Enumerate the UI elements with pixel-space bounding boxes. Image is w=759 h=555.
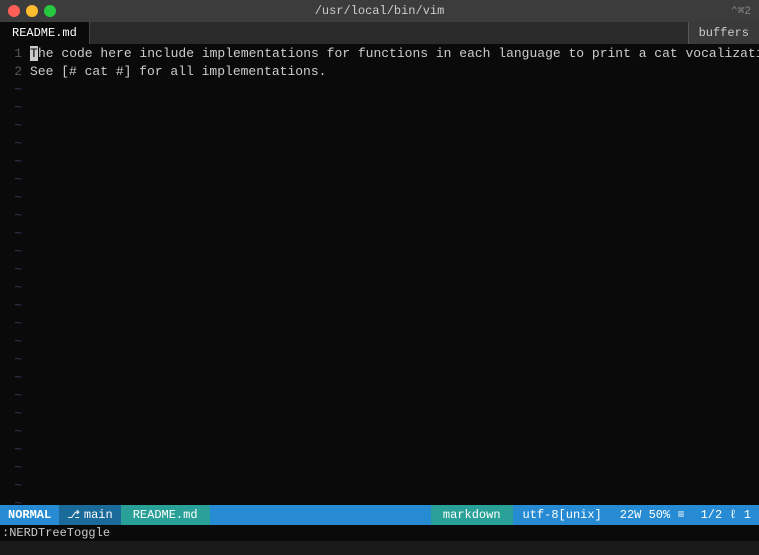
status-bar: NORMAL ⎇ main README.md markdown utf-8[u… (0, 505, 759, 525)
active-tab[interactable]: README.md (0, 22, 90, 44)
command-text: :NERDTreeToggle (2, 526, 110, 540)
tilde-line: ~ (0, 368, 759, 386)
line-content-2: See [# cat #] for all implementations. (30, 64, 326, 79)
tilde-line: ~ (0, 116, 759, 134)
tilde-line: ~ (0, 404, 759, 422)
cursor: T (30, 46, 38, 61)
window-shortcut: ⌃⌘2 (731, 4, 751, 18)
tilde-line: ~ (0, 98, 759, 116)
window-title: /usr/local/bin/vim (315, 4, 445, 18)
status-position: 1/2 ℓ 1 (693, 505, 759, 525)
tilde-line: ~ (0, 206, 759, 224)
tilde-line: ~ (0, 242, 759, 260)
tilde-line: ~ (0, 296, 759, 314)
tab-bar: README.md buffers (0, 22, 759, 44)
tilde-line: ~ (0, 422, 759, 440)
editor-line-1: 1 The code here include implementations … (0, 44, 759, 62)
status-mode: NORMAL (0, 505, 59, 525)
traffic-lights (8, 5, 56, 17)
tilde-line: ~ (0, 386, 759, 404)
close-button[interactable] (8, 5, 20, 17)
line-content-1: The code here include implementations fo… (30, 46, 759, 61)
tilde-line: ~ (0, 476, 759, 494)
tilde-line: ~ (0, 278, 759, 296)
editor-line-2: 2 See [# cat #] for all implementations. (0, 62, 759, 80)
tilde-line: ~ (0, 80, 759, 98)
tilde-line: ~ (0, 458, 759, 476)
command-line: :NERDTreeToggle (0, 525, 759, 541)
minimize-button[interactable] (26, 5, 38, 17)
status-git-branch: ⎇ main (59, 505, 121, 525)
title-bar: /usr/local/bin/vim ⌃⌘2 (0, 0, 759, 22)
status-encoding: utf-8[unix] (513, 505, 612, 525)
line-number-1: 1 (0, 46, 30, 61)
maximize-button[interactable] (44, 5, 56, 17)
tilde-line: ~ (0, 134, 759, 152)
status-filetype: markdown (431, 505, 513, 525)
tilde-line: ~ (0, 332, 759, 350)
branch-icon: ⎇ (67, 508, 80, 522)
tilde-line: ~ (0, 314, 759, 332)
tilde-line: ~ (0, 224, 759, 242)
line-number-2: 2 (0, 64, 30, 79)
tilde-line: ~ (0, 152, 759, 170)
tilde-line: ~ (0, 170, 759, 188)
tilde-line: ~ (0, 440, 759, 458)
editor-area[interactable]: 1 The code here include implementations … (0, 44, 759, 541)
status-filename: README.md (121, 505, 210, 525)
buffers-button[interactable]: buffers (688, 22, 759, 44)
status-words: 22W 50% ≡ (612, 505, 693, 525)
tilde-line: ~ (0, 260, 759, 278)
tilde-line: ~ (0, 350, 759, 368)
tilde-line: ~ (0, 188, 759, 206)
